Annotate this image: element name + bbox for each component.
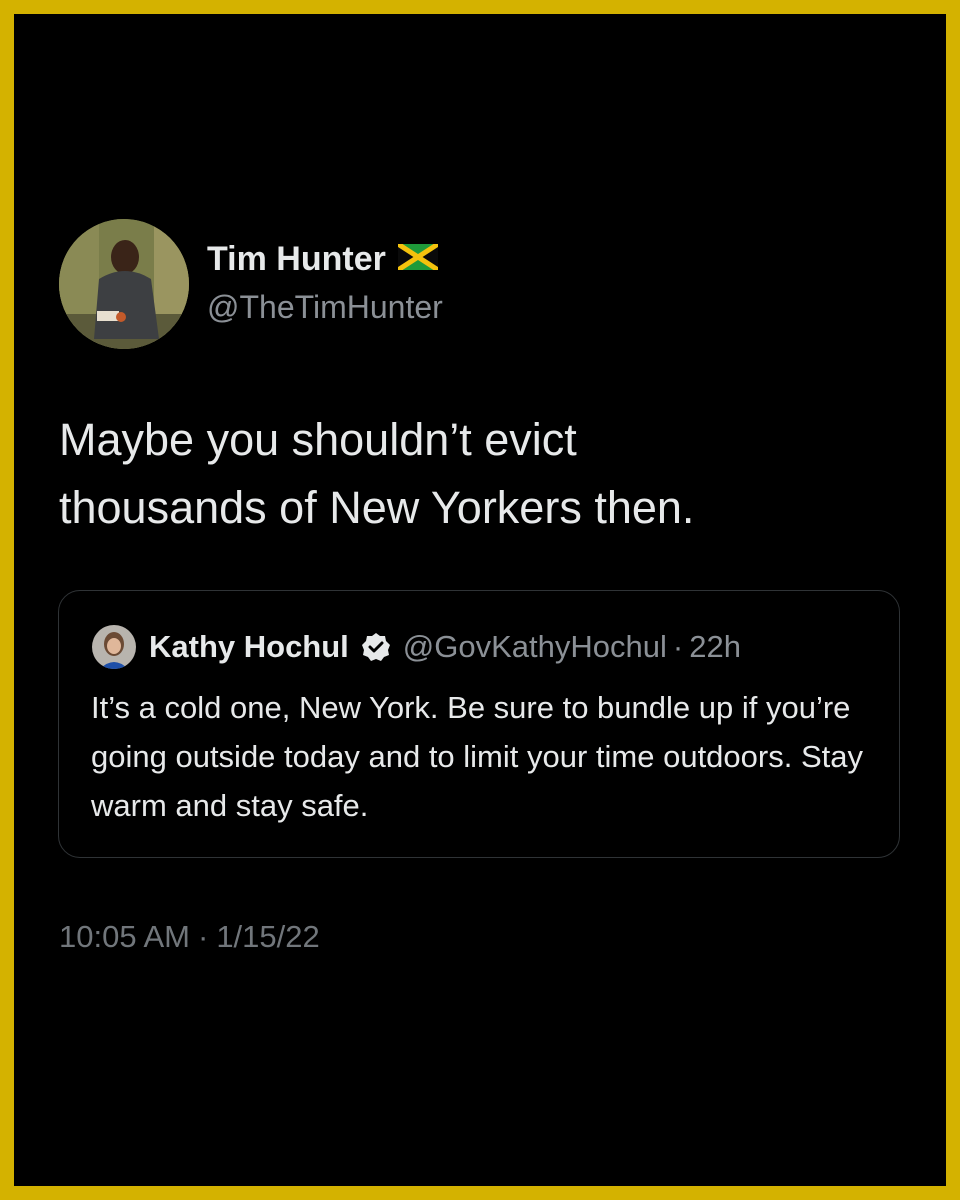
quoted-separator: · — [672, 629, 684, 664]
quoted-tweet[interactable]: Kathy Hochul @GovKathyHochul · 22h It’s … — [58, 590, 900, 858]
verified-badge-icon — [361, 632, 391, 662]
tweet-date[interactable]: 1/15/22 — [216, 917, 319, 957]
tweet-text: Maybe you shouldn’t evict thousands of N… — [59, 414, 695, 533]
author-name-row: Tim Hunter — [207, 239, 440, 279]
quoted-timestamp[interactable]: 22h — [689, 627, 741, 667]
tweet-time[interactable]: 10:05 AM — [59, 917, 190, 957]
quoted-header: Kathy Hochul @GovKathyHochul · 22h — [149, 627, 741, 667]
author-avatar[interactable] — [59, 219, 189, 349]
meta-separator: · — [197, 919, 209, 954]
jamaica-flag-icon — [396, 241, 440, 275]
author-handle[interactable]: @TheTimHunter — [207, 287, 443, 327]
quoted-author-handle[interactable]: @GovKathyHochul — [403, 627, 667, 667]
tweet-card: Tim Hunter @TheTimHunter Maybe you shoul… — [14, 14, 946, 1186]
quoted-author-avatar[interactable] — [92, 625, 136, 669]
quoted-author-name[interactable]: Kathy Hochul — [149, 627, 349, 667]
author-name[interactable]: Tim Hunter — [207, 239, 386, 279]
tweet-meta: 10:05 AM · 1/15/22 — [59, 917, 320, 957]
quoted-tweet-text: It’s a cold one, New York. Be sure to bu… — [91, 690, 863, 823]
